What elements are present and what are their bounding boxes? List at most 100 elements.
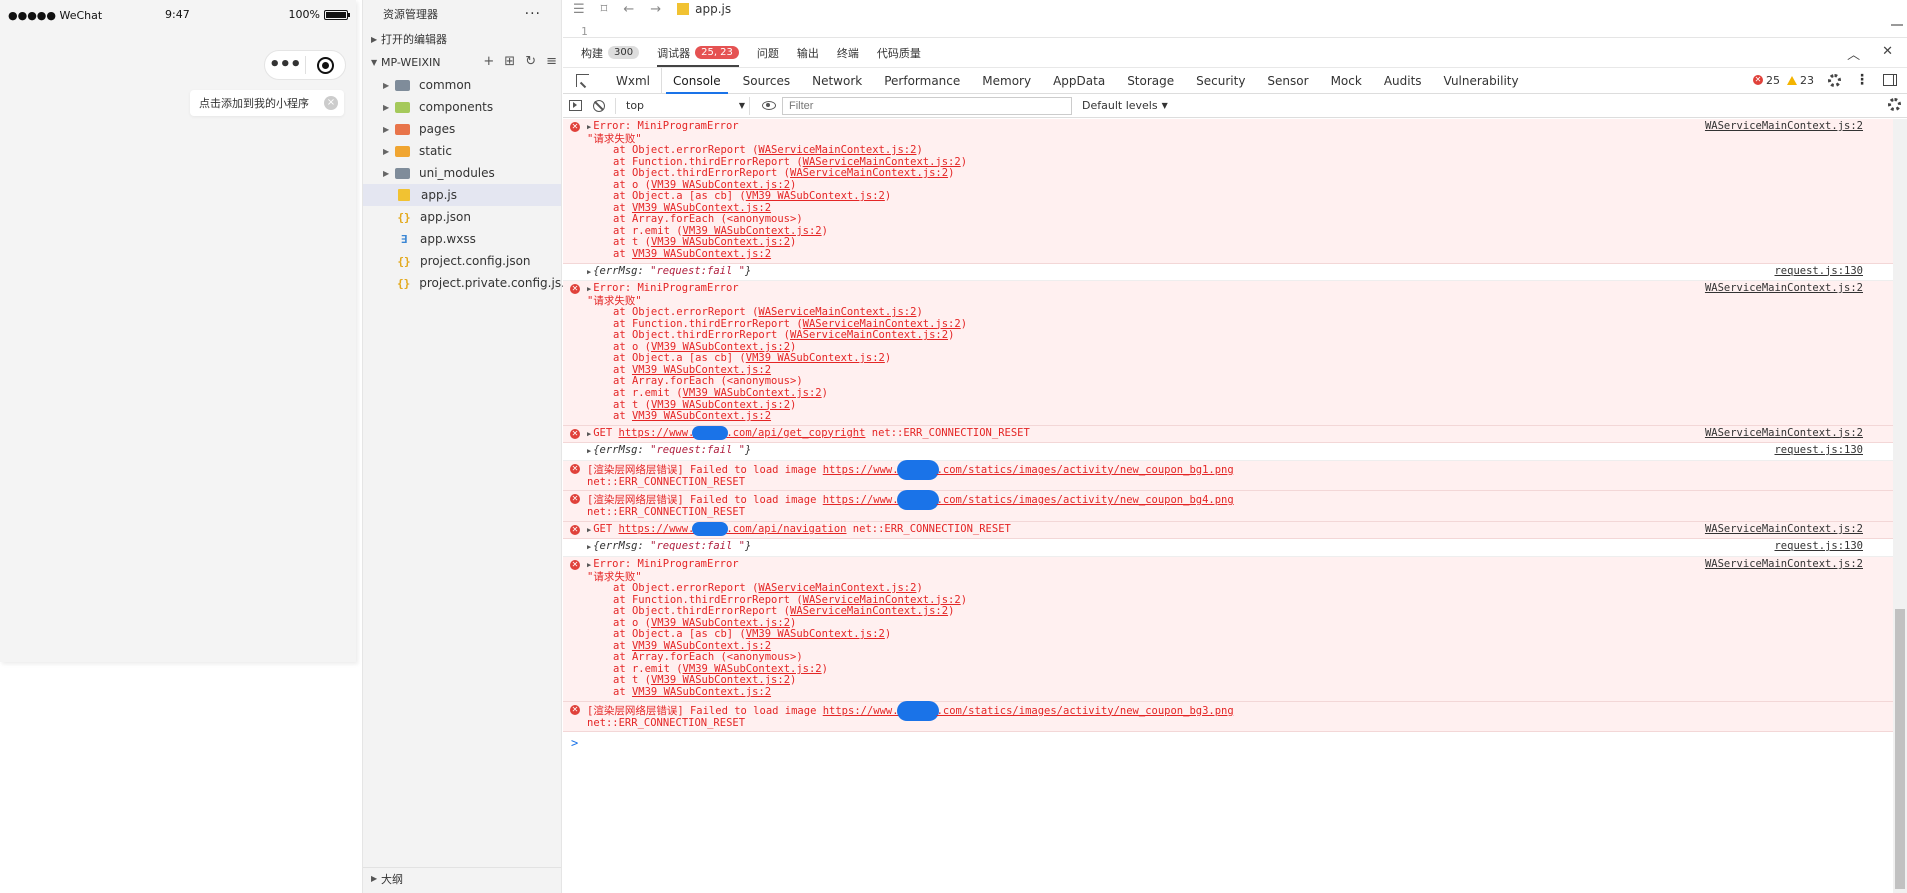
folder-item[interactable]: ▶ pages <box>363 118 561 140</box>
back-icon[interactable]: ← <box>623 2 634 17</box>
close-tip-icon[interactable]: × <box>324 96 338 110</box>
dock-side-icon[interactable] <box>1883 74 1897 86</box>
stack-link[interactable]: WAServiceMainContext.js:2 <box>758 306 916 318</box>
panel-tab[interactable]: 构建 300 <box>581 38 640 67</box>
request-url[interactable]: https://www. .com/api/navigation <box>619 521 846 536</box>
file-item[interactable]: {} project.private.config.js... <box>363 272 573 294</box>
console-error-entry[interactable]: ✕ WAServiceMainContext.js:2 ▶ GET https:/… <box>563 425 1893 444</box>
file-item[interactable]: {} app.json <box>363 206 561 228</box>
devtools-tab-wxml[interactable]: Wxml <box>605 68 661 93</box>
stack-link[interactable]: WAServiceMainContext.js:2 <box>803 318 961 330</box>
image-url[interactable]: https://www. .com/statics/images/activity… <box>823 700 1234 721</box>
request-url[interactable]: https://www. .com/api/get_copyright <box>619 425 865 440</box>
stack-link[interactable]: VM39 WASubContext.js:2 <box>632 202 771 214</box>
expand-triangle-icon[interactable]: ▶ <box>587 285 591 293</box>
console-error-entry[interactable]: ✕ WAServiceMainContext.js:2 ▶ Error: Mini… <box>563 281 1893 426</box>
stack-link[interactable]: VM39 WASubContext.js:2 <box>632 364 771 376</box>
expand-triangle-icon[interactable]: ▶ <box>587 543 591 551</box>
console-log-entry[interactable]: request.js:130 ▶ {errMsg: "request:fail "… <box>563 443 1893 461</box>
stack-link[interactable]: VM39 WASubContext.js:2 <box>632 640 771 652</box>
source-link[interactable]: WAServiceMainContext.js:2 <box>1705 523 1863 536</box>
maximize-panel-icon[interactable]: ︿ <box>1847 44 1860 63</box>
live-expression-eye-icon[interactable] <box>762 101 776 110</box>
console-settings-gear-icon[interactable] <box>1888 98 1901 111</box>
more-icon[interactable]: ••• <box>265 56 305 74</box>
editor-tab-app-js[interactable]: app.js <box>677 2 731 16</box>
console-log-entry[interactable]: request.js:130 ▶ {errMsg: "request:fail "… <box>563 539 1893 557</box>
panel-tab[interactable]: 代码质量 <box>877 38 921 67</box>
close-miniprogram-button[interactable] <box>306 56 346 74</box>
open-editors-section[interactable]: ▶ 打开的编辑器 <box>363 28 561 50</box>
refresh-icon[interactable]: ↻ <box>525 54 536 69</box>
stack-link[interactable]: VM39 WASubContext.js:2 <box>651 617 790 629</box>
console-error-entry[interactable]: ✕ [渲染层网络层错误] Failed to load image https:… <box>563 700 1893 733</box>
expand-triangle-icon[interactable]: ▶ <box>587 430 591 438</box>
close-panel-icon[interactable]: ✕ <box>1882 44 1893 63</box>
image-url[interactable]: https://www. .com/statics/images/activity… <box>823 459 1234 480</box>
panel-tab[interactable]: 终端 <box>837 38 859 67</box>
source-link[interactable]: WAServiceMainContext.js:2 <box>1705 558 1863 571</box>
source-link[interactable]: WAServiceMainContext.js:2 <box>1705 427 1863 440</box>
filter-input[interactable] <box>782 96 1072 115</box>
stack-link[interactable]: VM39 WASubContext.js:2 <box>651 674 790 687</box>
stack-link[interactable]: VM39 WASubContext.js:2 <box>632 410 771 422</box>
stack-link[interactable]: VM39 WASubContext.js:2 <box>746 628 885 640</box>
console-error-entry[interactable]: ✕ WAServiceMainContext.js:2 ▶ Error: Mini… <box>563 119 1893 264</box>
expand-triangle-icon[interactable]: ▶ <box>587 561 591 569</box>
show-sidebar-button[interactable] <box>563 94 587 118</box>
folder-item[interactable]: ▶ static <box>363 140 561 162</box>
folder-item[interactable]: ▶ common <box>363 74 561 96</box>
devtools-tab-security[interactable]: Security <box>1185 68 1256 93</box>
file-item[interactable]: {} project.config.json <box>363 250 561 272</box>
console-log-entry[interactable]: request.js:130 ▶ {errMsg: "request:fail "… <box>563 263 1893 282</box>
stack-link[interactable]: WAServiceMainContext.js:2 <box>758 144 916 156</box>
stack-link[interactable]: VM39 WASubContext.js:2 <box>632 248 771 260</box>
folder-item[interactable]: ▶ components <box>363 96 561 118</box>
source-link[interactable]: request.js:130 <box>1774 445 1863 457</box>
stack-link[interactable]: WAServiceMainContext.js:2 <box>790 167 948 179</box>
stack-link[interactable]: VM39 WASubContext.js:2 <box>746 190 885 203</box>
console-prompt[interactable]: > <box>563 732 1893 754</box>
console-error-entry[interactable]: ✕ WAServiceMainContext.js:2 ▶ Error: Mini… <box>563 556 1893 702</box>
source-link[interactable]: WAServiceMainContext.js:2 <box>1705 283 1863 295</box>
stack-link[interactable]: VM39 WASubContext.js:2 <box>683 663 822 675</box>
add-to-my-miniprogram-tip[interactable]: 点击添加到我的小程序 × <box>190 90 344 116</box>
more-options-icon[interactable]: ⋮ <box>1855 72 1869 88</box>
expand-triangle-icon[interactable]: ▶ <box>587 268 591 276</box>
panel-tab[interactable]: 问题 <box>757 38 779 67</box>
console-error-entry[interactable]: ✕ WAServiceMainContext.js:2 ▶ GET https:/… <box>563 521 1893 540</box>
devtools-tab-vulnerability[interactable]: Vulnerability <box>1433 68 1530 93</box>
console-error-entry[interactable]: ✕ [渲染层网络层错误] Failed to load image https:… <box>563 459 1893 492</box>
expand-triangle-icon[interactable]: ▶ <box>587 526 591 534</box>
devtools-tab-network[interactable]: Network <box>801 68 873 93</box>
forward-icon[interactable]: → <box>650 2 661 17</box>
context-selector[interactable]: top ▼ <box>620 96 750 115</box>
stack-link[interactable]: WAServiceMainContext.js:2 <box>758 582 916 594</box>
stack-link[interactable]: VM39 WASubContext.js:2 <box>651 399 790 411</box>
inspect-element-button[interactable] <box>569 68 595 94</box>
source-link[interactable]: request.js:130 <box>1774 541 1863 553</box>
stack-link[interactable]: WAServiceMainContext.js:2 <box>790 605 948 617</box>
source-link[interactable]: request.js:130 <box>1774 265 1863 278</box>
stack-link[interactable]: WAServiceMainContext.js:2 <box>803 156 961 168</box>
new-folder-icon[interactable]: ⊞ <box>504 54 515 69</box>
project-root[interactable]: ▼ MP-WEIXIN + ⊞ ↻ ≡ <box>363 50 561 74</box>
stack-link[interactable]: VM39 WASubContext.js:2 <box>746 352 885 365</box>
bookmark-icon[interactable]: ⌑ <box>601 2 608 17</box>
issue-counter[interactable]: ✕ 25 23 <box>1753 74 1814 87</box>
devtools-tab-audits[interactable]: Audits <box>1373 68 1433 93</box>
stack-link[interactable]: VM39 WASubContext.js:2 <box>651 236 790 249</box>
scrollbar-thumb[interactable] <box>1895 609 1905 889</box>
outline-section[interactable]: ▶ 大纲 <box>363 867 561 889</box>
expand-triangle-icon[interactable]: ▶ <box>587 123 591 131</box>
log-levels-dropdown[interactable]: Default levels ▼ <box>1082 99 1168 112</box>
console-scrollbar[interactable] <box>1893 119 1907 893</box>
devtools-tab-sources[interactable]: Sources <box>732 68 801 93</box>
stack-link[interactable]: VM39 WASubContext.js:2 <box>651 179 790 191</box>
stack-link[interactable]: VM39 WASubContext.js:2 <box>683 225 822 237</box>
devtools-tab-sensor[interactable]: Sensor <box>1256 68 1319 93</box>
file-item[interactable]: app.js <box>363 184 561 206</box>
clear-console-button[interactable] <box>587 94 611 118</box>
devtools-tab-memory[interactable]: Memory <box>971 68 1042 93</box>
expand-triangle-icon[interactable]: ▶ <box>587 447 591 455</box>
